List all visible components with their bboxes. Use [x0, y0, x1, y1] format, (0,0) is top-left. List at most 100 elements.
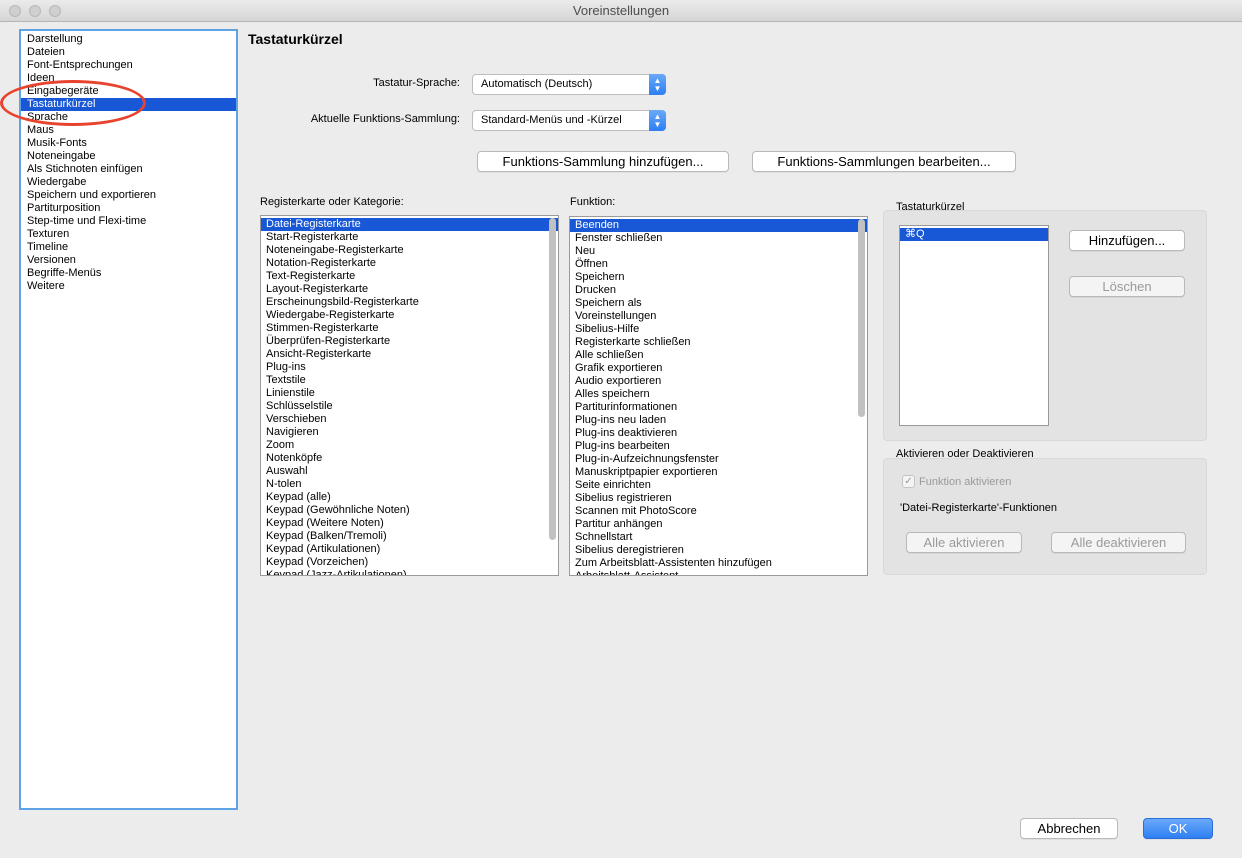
- function-list-item[interactable]: Alle schließen: [570, 349, 867, 362]
- deactivate-all-button[interactable]: Alle deaktivieren: [1051, 532, 1186, 553]
- function-list-item[interactable]: Fenster schließen: [570, 232, 867, 245]
- sidebar-item[interactable]: Texturen: [21, 228, 236, 241]
- category-list-item[interactable]: Layout-Registerkarte: [261, 283, 558, 296]
- function-list-item[interactable]: Plug-in-Aufzeichnungsfenster: [570, 453, 867, 466]
- category-list-item[interactable]: Keypad (alle): [261, 491, 558, 504]
- function-list-item[interactable]: Neu: [570, 245, 867, 258]
- category-sidebar[interactable]: Darstellung Dateien Font-Entsprechungen Ide…: [19, 29, 238, 810]
- function-list-item[interactable]: Plug-ins neu laden: [570, 414, 867, 427]
- category-list-item[interactable]: N-tolen: [261, 478, 558, 491]
- function-list-item[interactable]: Zum Arbeitsblatt-Assistenten hinzufügen: [570, 557, 867, 570]
- function-list-item[interactable]: Speichern: [570, 271, 867, 284]
- function-list-item[interactable]: Manuskriptpapier exportieren: [570, 466, 867, 479]
- edit-collections-button[interactable]: Funktions-Sammlungen bearbeiten...: [752, 151, 1016, 172]
- sidebar-item[interactable]: Als Stichnoten einfügen: [21, 163, 236, 176]
- category-list-item[interactable]: Verschieben: [261, 413, 558, 426]
- preferences-window: Voreinstellungen Darstellung Dateien Font-…: [0, 0, 1242, 858]
- page-title: Tastaturkürzel: [248, 31, 343, 47]
- function-list-item[interactable]: Beenden: [570, 219, 867, 232]
- category-list-item[interactable]: Text-Registerkarte: [261, 270, 558, 283]
- category-list[interactable]: Datei-Registerkarte Start-Registerkarte No…: [260, 215, 559, 576]
- category-list-item[interactable]: Keypad (Gewöhnliche Noten): [261, 504, 558, 517]
- sidebar-item[interactable]: Begriffe-Menüs: [21, 267, 236, 280]
- function-list-item[interactable]: Schnellstart: [570, 531, 867, 544]
- function-collection-select[interactable]: Standard-Menüs und -Kürzel ▲ ▼: [472, 110, 666, 131]
- function-list-item[interactable]: Arbeitsblatt-Assistent: [570, 570, 867, 575]
- add-shortcut-button[interactable]: Hinzufügen...: [1069, 230, 1185, 251]
- sidebar-item[interactable]: Wiedergabe: [21, 176, 236, 189]
- highlight-annotation-ellipse: [0, 80, 146, 126]
- function-list-item[interactable]: Partitur anhängen: [570, 518, 867, 531]
- sidebar-item[interactable]: Versionen: [21, 254, 236, 267]
- function-list-item[interactable]: Speichern als: [570, 297, 867, 310]
- function-collection-value: Standard-Menüs und -Kürzel: [481, 114, 622, 126]
- function-list-item[interactable]: Plug-ins bearbeiten: [570, 440, 867, 453]
- category-list-item[interactable]: Start-Registerkarte: [261, 231, 558, 244]
- title-bar: Voreinstellungen: [0, 0, 1242, 22]
- shortcut-list[interactable]: ⌘Q: [899, 225, 1049, 426]
- category-list-item[interactable]: Linienstile: [261, 387, 558, 400]
- function-list-item[interactable]: Grafik exportieren: [570, 362, 867, 375]
- category-list-item[interactable]: Datei-Registerkarte: [261, 218, 558, 231]
- category-list-item[interactable]: Erscheinungsbild-Registerkarte: [261, 296, 558, 309]
- category-list-item[interactable]: Plug-ins: [261, 361, 558, 374]
- category-list-item[interactable]: Keypad (Balken/Tremoli): [261, 530, 558, 543]
- function-list-item[interactable]: Drucken: [570, 284, 867, 297]
- function-list-item[interactable]: Sibelius registrieren: [570, 492, 867, 505]
- function-list-item[interactable]: Sibelius-Hilfe: [570, 323, 867, 336]
- function-list-item[interactable]: Partiturinformationen: [570, 401, 867, 414]
- sidebar-item[interactable]: Speichern und exportieren: [21, 189, 236, 202]
- category-list-item[interactable]: Überprüfen-Registerkarte: [261, 335, 558, 348]
- sidebar-item[interactable]: Darstellung: [21, 33, 236, 46]
- delete-shortcut-button[interactable]: Löschen: [1069, 276, 1185, 297]
- sidebar-item[interactable]: Step-time und Flexi-time: [21, 215, 236, 228]
- category-list-item[interactable]: Keypad (Weitere Noten): [261, 517, 558, 530]
- category-list-item[interactable]: Ansicht-Registerkarte: [261, 348, 558, 361]
- function-list-item[interactable]: Voreinstellungen: [570, 310, 867, 323]
- sidebar-item[interactable]: Noteneingabe: [21, 150, 236, 163]
- category-list-item[interactable]: Stimmen-Registerkarte: [261, 322, 558, 335]
- function-list-item[interactable]: Registerkarte schließen: [570, 336, 867, 349]
- category-list-item[interactable]: Keypad (Artikulationen): [261, 543, 558, 556]
- function-list-item[interactable]: Plug-ins deaktivieren: [570, 427, 867, 440]
- function-scrollbar[interactable]: [858, 219, 865, 417]
- functions-info-text: 'Datei-Registerkarte'-Funktionen: [900, 502, 1058, 514]
- category-list-item[interactable]: Wiedergabe-Registerkarte: [261, 309, 558, 322]
- category-list-item[interactable]: Zoom: [261, 439, 558, 452]
- sidebar-item[interactable]: Partiturposition: [21, 202, 236, 215]
- category-list-item[interactable]: Keypad (Jazz-Artikulationen): [261, 569, 558, 575]
- activate-all-button[interactable]: Alle aktivieren: [906, 532, 1022, 553]
- function-list-item[interactable]: Öffnen: [570, 258, 867, 271]
- function-list-item[interactable]: Alles speichern: [570, 388, 867, 401]
- add-collection-button[interactable]: Funktions-Sammlung hinzufügen...: [477, 151, 729, 172]
- keyboard-language-select[interactable]: Automatisch (Deutsch) ▲ ▼: [472, 74, 666, 95]
- function-list-item[interactable]: Scannen mit PhotoScore: [570, 505, 867, 518]
- function-list-item[interactable]: Audio exportieren: [570, 375, 867, 388]
- sidebar-item[interactable]: Maus: [21, 124, 236, 137]
- category-list-item[interactable]: Auswahl: [261, 465, 558, 478]
- shortcuts-group-label: Tastaturkürzel: [896, 201, 965, 213]
- popup-arrows-icon: ▲ ▼: [649, 74, 666, 95]
- sidebar-item[interactable]: Font-Entsprechungen: [21, 59, 236, 72]
- sidebar-item[interactable]: Timeline: [21, 241, 236, 254]
- ok-button[interactable]: OK: [1143, 818, 1213, 839]
- function-list-item[interactable]: Seite einrichten: [570, 479, 867, 492]
- category-list-item[interactable]: Notation-Registerkarte: [261, 257, 558, 270]
- keyboard-language-value: Automatisch (Deutsch): [481, 78, 593, 90]
- function-list[interactable]: Beenden Fenster schließen Neu Öffnen Speiche…: [569, 216, 868, 576]
- category-list-item[interactable]: Keypad (Vorzeichen): [261, 556, 558, 569]
- category-scrollbar[interactable]: [549, 218, 556, 540]
- category-list-item[interactable]: Textstile: [261, 374, 558, 387]
- category-list-item[interactable]: Schlüsselstile: [261, 400, 558, 413]
- cancel-button[interactable]: Abbrechen: [1020, 818, 1118, 839]
- activate-function-checkbox[interactable]: ✓: [902, 475, 915, 488]
- shortcut-list-item[interactable]: ⌘Q: [900, 228, 1048, 241]
- sidebar-item[interactable]: Weitere: [21, 280, 236, 293]
- function-list-label: Funktion:: [570, 196, 616, 208]
- sidebar-item[interactable]: Musik-Fonts: [21, 137, 236, 150]
- category-list-item[interactable]: Noteneingabe-Registerkarte: [261, 244, 558, 257]
- function-list-item[interactable]: Sibelius deregistrieren: [570, 544, 867, 557]
- category-list-item[interactable]: Navigieren: [261, 426, 558, 439]
- sidebar-item[interactable]: Dateien: [21, 46, 236, 59]
- category-list-item[interactable]: Notenköpfe: [261, 452, 558, 465]
